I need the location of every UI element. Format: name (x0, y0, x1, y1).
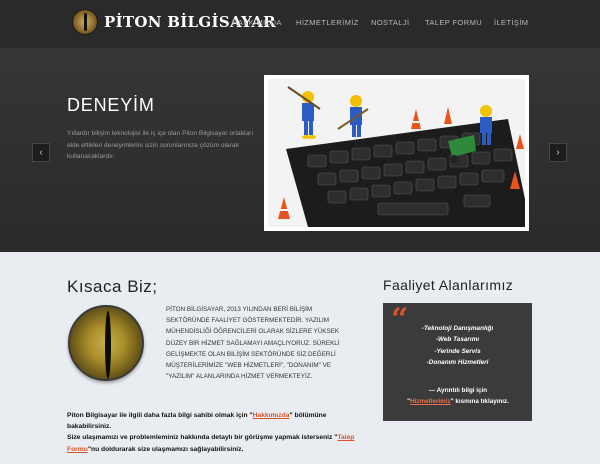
slide-description: Yıllardır bilişim teknolojisi ile iç içe… (67, 130, 254, 160)
services-box: “ -Teknoloji Danışmanlığı -Web Tasarımı … (383, 303, 532, 421)
top-header: PİTON BİLGİSAYAR HAKKIMIZDA HİZMETLERİMİ… (0, 0, 600, 48)
about-text: PİTON BİLGİSAYAR, 2013 YILINDAN BERİ BİL… (166, 306, 340, 381)
nav-nostalji[interactable]: NOSTALJİ (371, 18, 409, 27)
nav-talep-formu[interactable]: TALEP FORMU (425, 18, 482, 27)
services-note: — Ayrıntılı bilgi için "Hizmetlerimiz" k… (407, 387, 509, 405)
snake-eye-logo-icon (72, 9, 98, 35)
about-more-info: Piton Bilgisayar ile ilgili daha fazla b… (67, 412, 355, 453)
services-title: Faaliyet Alanlarımız (383, 277, 514, 293)
keyboard-workers-illustration (268, 79, 525, 227)
snake-eye-image (68, 305, 144, 381)
link-hakkimizda[interactable]: Hakkımızda (253, 412, 290, 419)
service-item: -Web Tasarımı (435, 336, 480, 344)
chevron-right-icon[interactable]: › (549, 143, 567, 162)
slide-title: DENEYİM (67, 95, 155, 115)
services-list: -Teknoloji Danışmanlığı -Web Tasarımı -Y… (383, 323, 532, 369)
service-item: -Donanım Hizmetleri (426, 359, 489, 367)
nav-hakkimizda[interactable]: HAKKIMIZDA (232, 18, 282, 27)
link-hizmetlerimiz[interactable]: Hizmetlerimiz (410, 398, 451, 405)
chevron-left-icon[interactable]: ‹ (32, 143, 50, 162)
service-item: -Yerinde Servis (434, 347, 481, 355)
service-item: -Teknoloji Danışmanlığı (421, 325, 494, 332)
nav-iletisim[interactable]: İLETİŞİM (494, 18, 528, 27)
nav-hizmetlerimiz[interactable]: HİZMETLERİMİZ (296, 18, 359, 27)
about-title: Kısaca Biz; (67, 277, 158, 296)
slide-image (264, 75, 529, 231)
hero-slider: DENEYİM Yıllardır bilişim teknolojisi il… (0, 48, 600, 252)
